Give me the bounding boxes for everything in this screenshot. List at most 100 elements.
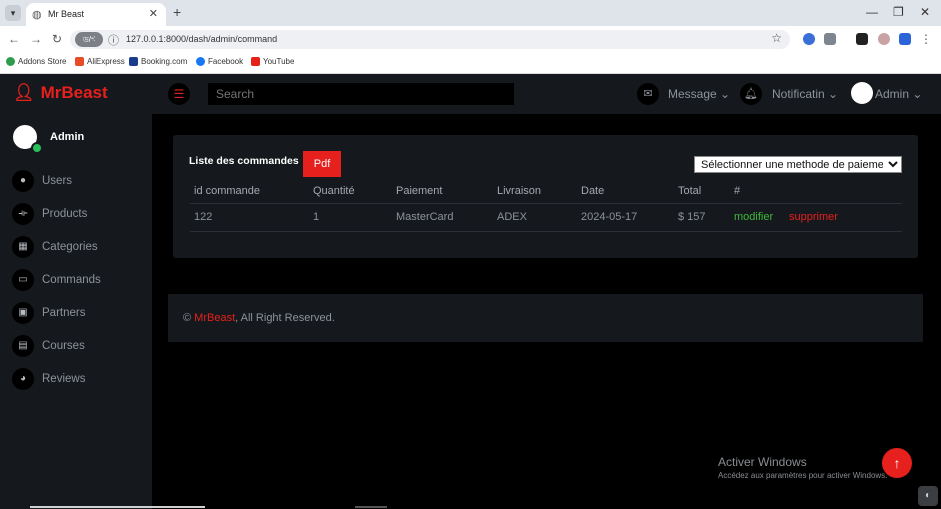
keyboard-icon: ▭ [12, 269, 34, 291]
bookmark-icon [196, 57, 205, 66]
bookmark-item[interactable]: AliExpress [75, 57, 125, 66]
tab-title: Mr Beast [48, 9, 85, 19]
minimize-icon[interactable]: — [866, 5, 878, 19]
notification-label: Notificatin [772, 87, 825, 101]
app-badge-icon[interactable]: ◐ [918, 486, 938, 506]
message-dropdown[interactable]: Message ⌄ [668, 87, 730, 101]
column-header: # [734, 185, 741, 197]
search-input[interactable] [208, 83, 514, 105]
user-icon: ● [12, 170, 34, 192]
sidebar-item-label: Categories [42, 241, 98, 253]
page-title: Liste des commandes [189, 155, 299, 167]
sidepanel-icon[interactable] [856, 33, 868, 45]
cell-payment: MasterCard [396, 211, 454, 223]
bookmark-item[interactable]: YouTube [251, 57, 294, 66]
bookmark-item[interactable]: Addons Store [6, 57, 66, 66]
bell-icon[interactable]: 🔔︎ [740, 83, 762, 105]
close-tab-icon[interactable]: ✕ [149, 7, 158, 20]
globe-icon: ◍ [32, 9, 42, 21]
tab-search-icon[interactable]: ▾ [5, 5, 21, 21]
bookmark-label: Addons Store [18, 57, 67, 66]
grid-icon: ▦ [12, 236, 34, 258]
browser-tab[interactable]: ◍ Mr Beast ✕ [26, 3, 166, 26]
payment-method-select[interactable]: Sélectionner une methode de paiement [694, 156, 902, 173]
edit-link[interactable]: modifier [734, 211, 773, 223]
footer-brand-link[interactable]: MrBeast [194, 312, 235, 324]
sidebar-item-categories[interactable]: ▦ Categories [12, 236, 98, 258]
bookmark-item[interactable]: Booking.com [129, 57, 187, 66]
close-window-icon[interactable]: ✕ [920, 5, 930, 19]
activate-windows-subtitle: Accédez aux paramètres pour activer Wind… [718, 471, 888, 480]
bookmark-star-icon[interactable]: ☆ [771, 31, 782, 45]
file-icon: ▤ [12, 335, 34, 357]
delete-link[interactable]: supprimer [789, 211, 838, 223]
back-to-top-button[interactable]: ↑ [882, 448, 912, 478]
info-icon[interactable]: ⓘ [108, 32, 119, 48]
reload-icon[interactable]: ↻ [52, 32, 62, 46]
restore-icon[interactable]: ❐ [893, 5, 904, 19]
extension-icon[interactable] [803, 33, 815, 45]
bookmarks-bar: Addons Store AliExpress Booking.com Face… [0, 53, 941, 74]
notification-dropdown[interactable]: Notificatin ⌄ [772, 87, 838, 101]
browser-tab-bar: ▾ ◍ Mr Beast ✕ + — ❐ ✕ [0, 0, 941, 26]
online-status-dot [31, 142, 43, 154]
bookmark-label: AliExpress [87, 57, 125, 66]
divider [190, 231, 902, 232]
dumbbell-icon: ⟛ [12, 203, 34, 225]
sidebar-item-products[interactable]: ⟛ Products [12, 203, 87, 225]
site-pill[interactable]: ড/ৼ [75, 32, 103, 47]
address-bar[interactable]: ড/ৼ ⓘ 127.0.0.1:8000/dash/admin/command … [70, 30, 790, 49]
sidebar-item-partners[interactable]: ▣ Partners [12, 302, 85, 324]
sidebar-item-reviews[interactable]: ◕ Reviews [12, 368, 85, 390]
cell-total: $ 157 [678, 211, 706, 223]
sidebar: Admin ● Users ⟛ Products ▦ Categories ▭ … [0, 114, 152, 509]
sidebar-item-label: Partners [42, 307, 86, 319]
cell-id: 122 [194, 211, 213, 223]
puzzle-icon[interactable] [824, 33, 836, 45]
back-icon[interactable]: ← [8, 32, 20, 46]
bookmark-icon [129, 57, 138, 66]
browser-toolbar: ← → ↻ ড/ৼ ⓘ 127.0.0.1:8000/dash/admin/co… [0, 26, 941, 53]
avatar[interactable] [851, 82, 873, 104]
pdf-export-button[interactable]: Pdf [303, 151, 341, 177]
admin-dropdown[interactable]: Admin ⌄ [875, 87, 922, 101]
sidebar-username: Admin [50, 131, 85, 143]
cell-quantity: 1 [313, 211, 320, 223]
sidebar-item-commands[interactable]: ▭ Commands [12, 269, 101, 291]
column-header: Date [581, 185, 605, 197]
sidebar-item-label: Reviews [42, 373, 86, 385]
url-text[interactable]: 127.0.0.1:8000/dash/admin/command [126, 34, 277, 44]
shield-icon[interactable] [899, 33, 911, 45]
rights-text: , All Right Reserved. [235, 312, 335, 324]
copyright-symbol: © [183, 312, 192, 324]
app-header: 👤︎ MrBeast ☰ ✉ Message ⌄ 🔔︎ Notificatin … [0, 74, 941, 114]
bookmark-item[interactable]: Facebook [196, 57, 243, 66]
copyright-text: © MrBeast, All Right Reserved. [183, 312, 335, 324]
menu-dots-icon[interactable]: ⋮ [920, 32, 932, 46]
taskbar-indicator [355, 506, 387, 508]
cell-delivery: ADEX [497, 211, 527, 223]
sidebar-item-users[interactable]: ● Users [12, 170, 72, 192]
brand-name: MrBeast [40, 83, 108, 102]
comments-icon: ◕ [12, 368, 34, 390]
orders-card: Liste des commandes Pdf Sélectionner une… [173, 135, 918, 258]
divider [190, 203, 902, 204]
bookmark-icon [6, 57, 15, 66]
bookmark-icon [75, 57, 84, 66]
menu-toggle-button[interactable]: ☰ [168, 83, 190, 105]
message-label: Message [668, 87, 717, 101]
sidebar-item-courses[interactable]: ▤ Courses [12, 335, 85, 357]
profile-icon[interactable] [878, 33, 890, 45]
bookmark-label: Booking.com [141, 57, 188, 66]
taskbar-indicator [30, 506, 205, 508]
footer: © MrBeast, All Right Reserved. [168, 294, 923, 342]
forward-icon[interactable]: → [30, 32, 42, 46]
bookmark-label: Facebook [208, 57, 244, 66]
column-header: Paiement [396, 185, 443, 197]
brand-logo[interactable]: 👤︎ MrBeast [13, 83, 108, 103]
column-header: Total [678, 185, 702, 197]
new-tab-icon[interactable]: + [173, 4, 181, 20]
envelope-icon[interactable]: ✉ [637, 83, 659, 105]
sidebar-item-label: Commands [42, 274, 101, 286]
sidebar-item-label: Products [42, 208, 88, 220]
